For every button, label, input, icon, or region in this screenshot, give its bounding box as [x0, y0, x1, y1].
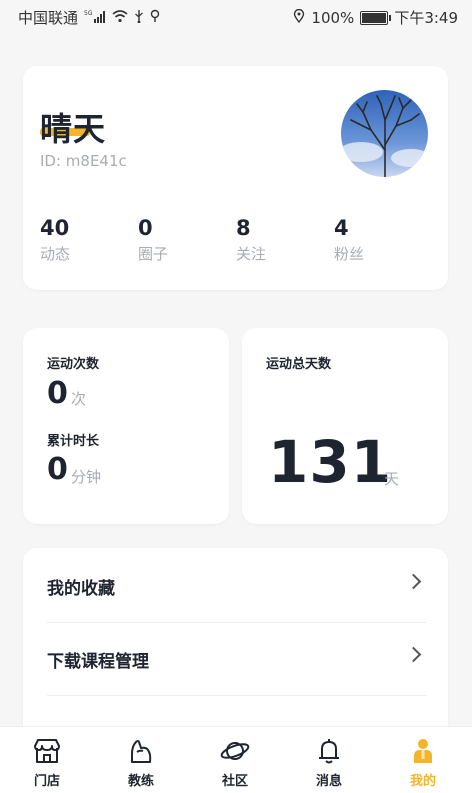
- stat-value: 0: [138, 216, 153, 240]
- stat-value: 4: [334, 216, 349, 240]
- profile-stats: 40 动态 0 圈子 8 关注 4 粉丝: [40, 216, 440, 266]
- tree-photo-avatar-icon: [341, 90, 428, 177]
- usb-icon: [134, 9, 144, 27]
- menu-item-downloads[interactable]: 下载课程管理: [47, 623, 427, 696]
- tab-community[interactable]: 社区: [188, 727, 282, 793]
- tab-messages[interactable]: 消息: [282, 727, 376, 793]
- chevron-right-icon: [405, 573, 422, 590]
- menu-card: 我的收藏 下载课程管理: [23, 548, 448, 748]
- clock-time: 下午3:49: [394, 9, 458, 27]
- stat-label: 圈子: [138, 245, 169, 263]
- menu-item-label: 下载课程管理: [47, 652, 149, 672]
- tab-store[interactable]: 门店: [0, 727, 94, 793]
- battery-percent: 100%: [311, 8, 355, 27]
- workout-stats-card[interactable]: 运动次数 0 次 累计时长 0 分钟: [23, 328, 229, 524]
- tab-label: 教练: [127, 774, 154, 789]
- total-days-value: 131: [268, 428, 393, 496]
- total-days-title: 运动总天数: [266, 357, 332, 372]
- tab-coach[interactable]: 教练: [94, 727, 188, 793]
- stat-following[interactable]: 8 关注: [236, 216, 266, 264]
- svg-text:5G: 5G: [84, 10, 93, 17]
- stat-value: 40: [40, 216, 70, 240]
- stat-label: 关注: [236, 245, 267, 263]
- bottom-tab-bar: 门店 教练 社区 消息 我的: [0, 726, 472, 793]
- stat-circles[interactable]: 0 圈子: [138, 216, 168, 264]
- battery-icon: [360, 10, 392, 25]
- tab-me[interactable]: 我的: [376, 727, 470, 793]
- status-bar-right: 100% 下午3:49: [293, 7, 458, 28]
- location-pin-icon: [150, 9, 160, 27]
- duration-unit: 分钟: [71, 468, 102, 486]
- workout-count-value: 0: [47, 376, 68, 411]
- duration-value: 0: [47, 452, 68, 487]
- tab-label: 消息: [315, 774, 342, 789]
- status-bar-left: 中国联通 5G: [18, 7, 160, 28]
- avatar[interactable]: [341, 90, 428, 177]
- stat-followers[interactable]: 4 粉丝: [334, 216, 364, 264]
- chevron-right-icon: [405, 646, 422, 663]
- duration-title: 累计时长: [47, 434, 100, 449]
- stat-posts[interactable]: 40 动态: [40, 216, 70, 264]
- menu-item-favorites[interactable]: 我的收藏: [47, 550, 427, 623]
- stat-label: 粉丝: [334, 245, 365, 263]
- user-name: 晴天: [40, 110, 107, 148]
- bell-icon: [319, 739, 339, 764]
- total-days-unit: 天: [384, 470, 400, 488]
- tab-label: 我的: [409, 774, 436, 789]
- planet-icon: [220, 742, 250, 760]
- carrier-name: 中国联通: [18, 9, 79, 27]
- stat-value: 8: [236, 216, 251, 240]
- coach-icon: [131, 740, 152, 763]
- wifi-icon: [112, 9, 128, 27]
- tab-label: 社区: [221, 774, 248, 789]
- workout-count-title: 运动次数: [47, 357, 100, 372]
- menu-item-label: 我的收藏: [47, 579, 115, 599]
- workout-count-unit: 次: [71, 390, 87, 408]
- user-icon: [414, 739, 432, 763]
- status-bar: 中国联通 5G 100% 下午3:49: [0, 0, 472, 32]
- tab-label: 门店: [33, 774, 60, 789]
- user-id: ID: m8E41c: [40, 152, 127, 170]
- total-days-card[interactable]: 运动总天数 131 天: [242, 328, 448, 524]
- store-icon: [34, 739, 60, 763]
- stat-label: 动态: [40, 245, 71, 263]
- profile-card[interactable]: 晴天 ID: m8E41c 40 动态 0 圈子 8 关注 4 粉丝: [23, 66, 448, 290]
- signal-icon: 5G: [84, 9, 106, 27]
- location-icon: [293, 8, 305, 27]
